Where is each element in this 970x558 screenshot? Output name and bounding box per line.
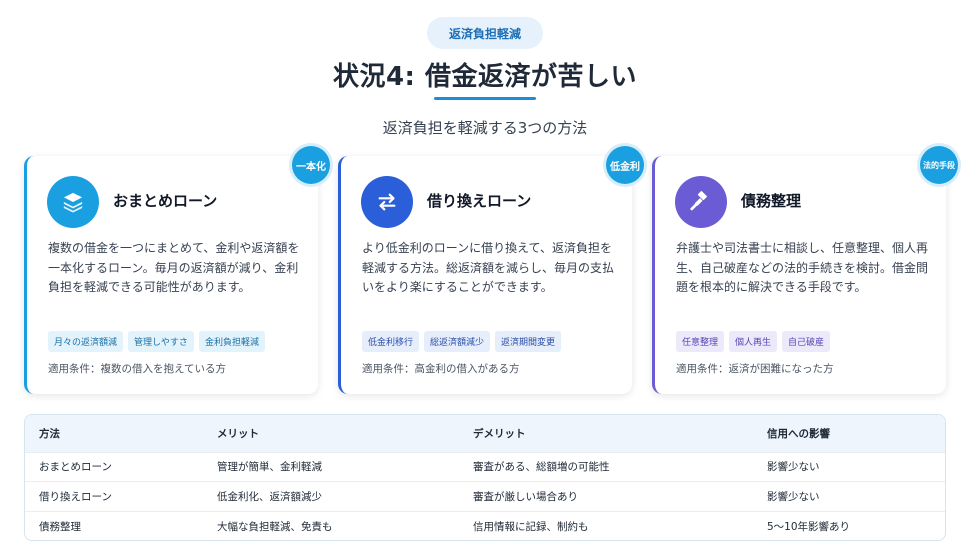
card-omatome-loan: 一本化 おまとめローン 複数の借金を一つにまとめて、金利や返済額を一本化するロー…	[24, 146, 330, 394]
page-title: 状況4: 借金返済が苦しい	[332, 62, 638, 92]
card-description: より低金利のローンに借り換えて、返済負担を軽減する方法。総返済額を減らし、毎月の…	[362, 241, 615, 294]
gavel-icon	[675, 176, 727, 228]
tag: 低金利移行	[362, 331, 420, 352]
card-description: 弁護士や司法書士に相談し、任意整理、個人再生、自己破産などの法的手続きを検討。借…	[676, 241, 929, 294]
table-cell: 債務整理	[39, 520, 81, 533]
tag: 自己破産	[782, 331, 831, 352]
card-tags: 任意整理 個人再生 自己破産	[676, 331, 831, 352]
table-header-cell: 方法	[39, 427, 60, 440]
table-header-cell: 信用への影響	[767, 427, 830, 440]
exchange-icon	[361, 176, 413, 228]
table-cell: 5〜10年影響あり	[767, 520, 851, 533]
page-subtitle: 返済負担を軽減する3つの方法	[382, 119, 588, 137]
tag: 金利負担軽減	[198, 331, 265, 352]
table-cell: 大幅な負担軽減、免責も	[217, 520, 333, 533]
tag: 総返済額減少	[424, 331, 491, 352]
card-badge: 一本化	[292, 146, 330, 184]
category-pill: 返済負担軽減	[427, 17, 543, 49]
table-row: おまとめローン 管理が簡単、金利軽減 審査がある、総額増の可能性 影響少ない	[25, 452, 945, 482]
tag: 月々の返済額減	[48, 331, 124, 352]
title-underline	[434, 97, 536, 100]
tag: 任意整理	[676, 331, 725, 352]
card-karikae-loan: 低金利 借り換えローン より低金利のローンに借り換えて、返済負担を軽減する方法。…	[338, 146, 644, 394]
card-description: 複数の借金を一つにまとめて、金利や返済額を一本化するローン。毎月の返済額が減り、…	[48, 241, 300, 294]
table-cell: 影響少ない	[767, 461, 820, 474]
table-row: 借り換えローン 低金利化、返済額減少 審査が厳しい場合あり 影響少ない	[25, 481, 945, 512]
table-header-row: 方法 メリット デメリット 信用への影響	[25, 415, 945, 452]
card-badge: 法的手段	[920, 146, 958, 184]
card-title: 借り換えローン	[427, 192, 532, 210]
card-saimu-seiri: 法的手段 債務整理 弁護士や司法書士に相談し、任意整理、個人再生、自己破産などの…	[652, 146, 958, 394]
table-header-cell: メリット	[217, 427, 259, 440]
table-cell: 低金利化、返済額減少	[217, 490, 322, 503]
table-header-cell: デメリット	[473, 427, 526, 440]
table-row: 債務整理 大幅な負担軽減、免責も 信用情報に記録、制約も 5〜10年影響あり	[25, 511, 945, 540]
tag: 返済期間変更	[495, 331, 562, 352]
card-title: おまとめローン	[113, 192, 218, 210]
tag: 管理しやすさ	[128, 331, 194, 352]
card-condition: 適用条件：複数の借入を抱えている方	[48, 363, 226, 375]
card-condition: 適用条件：返済が困難になった方	[676, 363, 834, 375]
table-cell: おまとめローン	[39, 461, 112, 474]
card-tags: 低金利移行 総返済額減少 返済期間変更	[362, 331, 562, 352]
card-badge: 低金利	[606, 146, 644, 184]
comparison-table: 方法 メリット デメリット 信用への影響 おまとめローン 管理が簡単、金利軽減 …	[24, 414, 946, 541]
table-cell: 審査が厳しい場合あり	[473, 490, 578, 503]
layers-icon	[47, 176, 99, 228]
table-cell: 影響少ない	[767, 490, 820, 503]
table-cell: 信用情報に記録、制約も	[473, 520, 589, 533]
tag: 個人再生	[729, 331, 778, 352]
table-cell: 借り換えローン	[39, 490, 112, 503]
card-title: 債務整理	[741, 192, 802, 210]
table-cell: 管理が簡単、金利軽減	[217, 461, 322, 474]
card-condition: 適用条件：高金利の借入がある方	[362, 363, 520, 375]
card-tags: 月々の返済額減 管理しやすさ 金利負担軽減	[48, 331, 265, 352]
table-cell: 審査がある、総額増の可能性	[473, 461, 610, 474]
